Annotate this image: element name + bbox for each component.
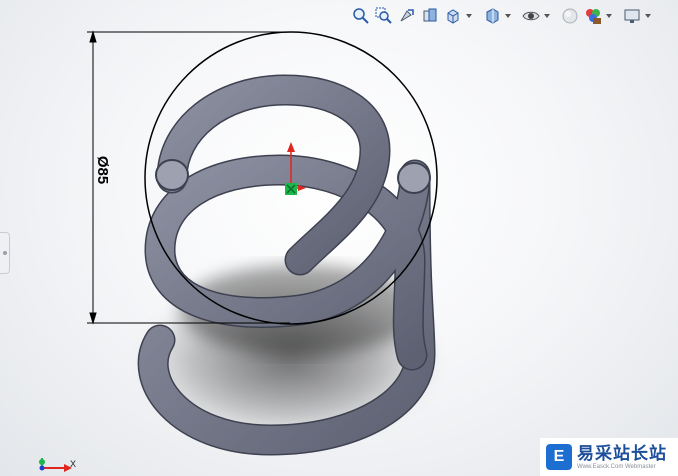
spring-end-left[interactable] <box>155 159 189 191</box>
section-view-icon <box>423 8 437 22</box>
view-settings-icon <box>624 9 640 23</box>
watermark-subtitle: Www.Easck.Com Webmaster <box>577 463 656 470</box>
view-settings-button[interactable] <box>621 5 643 27</box>
zoom-to-fit-icon <box>353 8 369 24</box>
view-orientation-icon <box>447 9 459 24</box>
chevron-down-icon <box>505 14 511 18</box>
hide-show-items-dropdown[interactable] <box>543 5 551 27</box>
chevron-down-icon <box>544 14 550 18</box>
previous-view-button[interactable] <box>396 5 418 27</box>
previous-view-icon <box>400 9 414 22</box>
chevron-down-icon <box>606 14 612 18</box>
display-style-dropdown[interactable] <box>504 5 512 27</box>
spring-end-right[interactable] <box>397 162 431 194</box>
apply-scene-button[interactable] <box>582 5 604 27</box>
display-style-icon <box>486 8 499 24</box>
apply-scene-dropdown[interactable] <box>605 5 613 27</box>
triad-x-label: X <box>70 459 77 469</box>
view-triad <box>39 458 72 472</box>
zoom-to-area-button[interactable] <box>373 5 395 27</box>
hide-show-items-icon <box>522 11 540 21</box>
graphics-viewport[interactable]: Ø85 X E 易采站长站 Www.Easck.Com Webmaster <box>0 0 678 476</box>
view-orientation-dropdown[interactable] <box>465 5 473 27</box>
view-orientation-button[interactable] <box>442 5 464 27</box>
model-canvas[interactable] <box>0 0 678 476</box>
display-style-button[interactable] <box>481 5 503 27</box>
view-settings-dropdown[interactable] <box>644 5 652 27</box>
zoom-to-area-icon <box>375 7 392 24</box>
edit-appearance-icon <box>562 8 578 24</box>
chevron-down-icon <box>466 14 472 18</box>
apply-scene-icon <box>586 9 601 24</box>
dimension-label[interactable]: Ø85 <box>94 150 111 190</box>
hide-show-items-button[interactable] <box>520 5 542 27</box>
watermark-name: 易采站长站 <box>577 443 667 463</box>
zoom-to-fit-button[interactable] <box>350 5 372 27</box>
watermark: E 易采站长站 Www.Easck.Com Webmaster <box>540 438 678 476</box>
edit-appearance-button[interactable] <box>559 5 581 27</box>
chevron-down-icon <box>645 14 651 18</box>
handle-grip-icon <box>2 251 7 255</box>
feature-manager-handle[interactable] <box>0 232 10 274</box>
watermark-logo-icon: E <box>546 444 572 470</box>
heads-up-view-toolbar <box>350 3 652 29</box>
section-view-button[interactable] <box>419 5 441 27</box>
